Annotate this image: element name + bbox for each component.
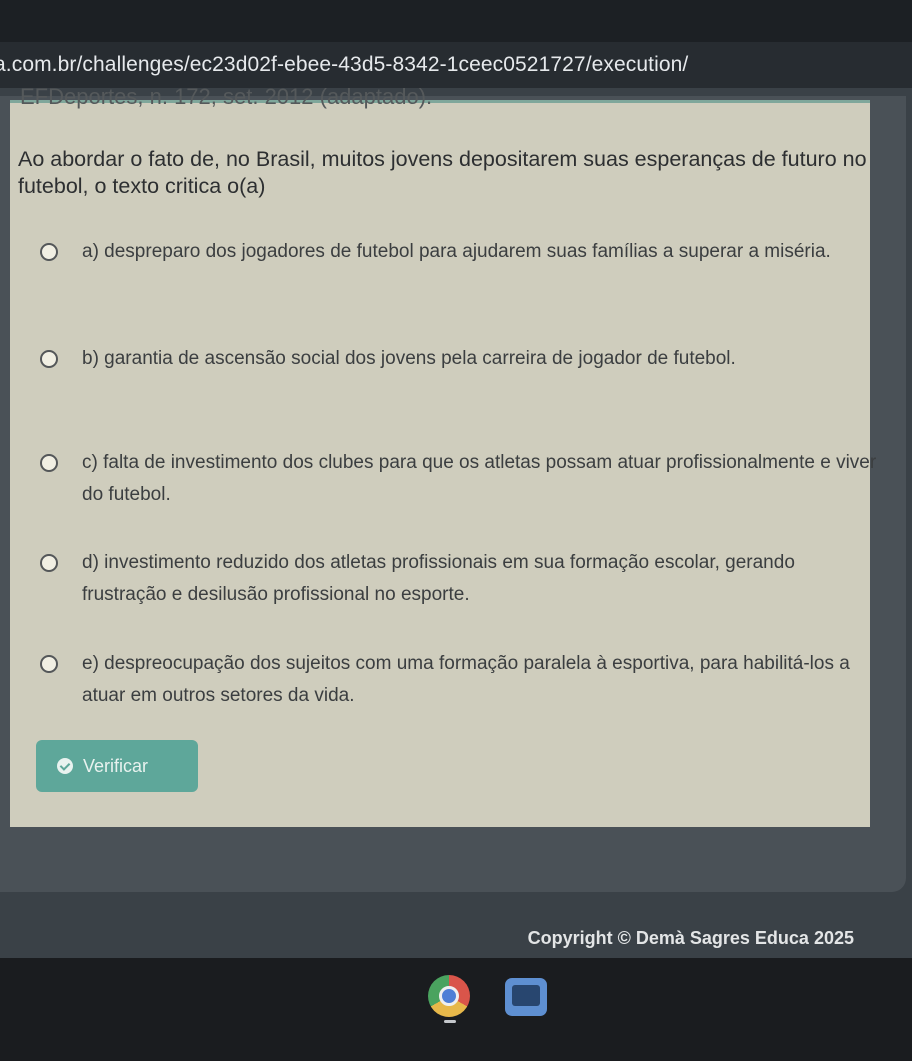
- verify-button[interactable]: Verificar: [36, 740, 198, 792]
- radio-button-c[interactable]: [40, 454, 58, 472]
- radio-button-e[interactable]: [40, 655, 58, 673]
- radio-button-a[interactable]: [40, 243, 58, 261]
- option-a-text: a) despreparo dos jogadores de futebol p…: [82, 241, 831, 262]
- option-e-text: e) despreocupação dos sujeitos com uma f…: [82, 653, 850, 706]
- browser-tab-strip: [0, 0, 912, 42]
- copyright-text: Copyright © Demà Sagres Educa 2025: [527, 928, 854, 948]
- option-b-text: b) garantia de ascensão social dos joven…: [82, 348, 736, 369]
- files-icon[interactable]: [505, 978, 547, 1016]
- running-app-indicator: [444, 1020, 456, 1023]
- chrome-icon[interactable]: [428, 975, 470, 1017]
- verify-button-label: Verificar: [83, 755, 149, 776]
- address-bar[interactable]: a.com.br/challenges/ec23d02f-ebee-43d5-8…: [0, 42, 912, 88]
- question-text: Ao abordar o fato de, no Brasil, muitos …: [18, 147, 867, 198]
- radio-button-d[interactable]: [40, 554, 58, 572]
- option-d-text: d) investimento reduzido dos atletas pro…: [82, 552, 795, 605]
- footer: Copyright © Demà Sagres Educa 2025: [0, 928, 912, 949]
- check-circle-icon: [57, 758, 73, 774]
- address-bar-url: a.com.br/challenges/ec23d02f-ebee-43d5-8…: [0, 53, 689, 76]
- option-c-text: c) falta de investimento dos clubes para…: [82, 452, 877, 505]
- radio-button-b[interactable]: [40, 350, 58, 368]
- source-citation: EFDeportes, n. 172, set. 2012 (adaptado)…: [20, 84, 433, 109]
